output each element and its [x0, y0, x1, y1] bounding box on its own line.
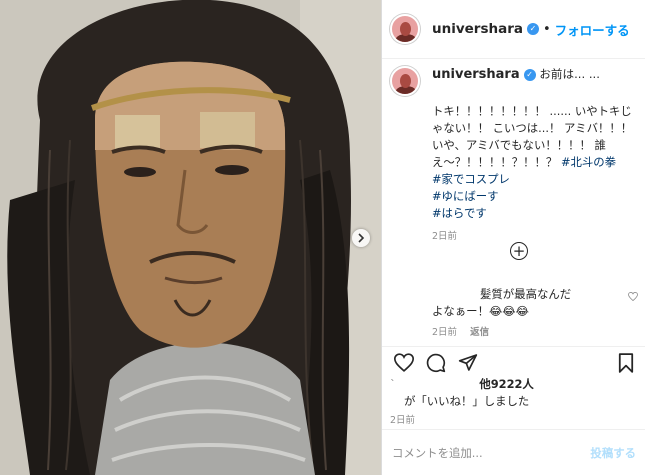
likes-suffix: が「いいね！」しました — [404, 394, 530, 408]
heart-icon — [393, 353, 415, 372]
verified-badge-icon: ✓ — [523, 68, 536, 81]
avatar[interactable] — [390, 14, 420, 44]
likes-lead: ` — [390, 377, 396, 391]
likes-count[interactable]: 他9222人 — [479, 377, 533, 391]
comment-like-button[interactable] — [628, 291, 638, 304]
hashtag-link[interactable]: #ゆにばーす — [432, 188, 640, 205]
load-more-comments-button[interactable]: + — [510, 242, 528, 260]
comment-bubble-icon — [426, 353, 446, 373]
post-comment-button[interactable]: 投稿する — [590, 445, 636, 461]
post-photo[interactable] — [0, 0, 381, 475]
caption-avatar[interactable] — [390, 66, 420, 96]
follow-button[interactable]: フォローする — [555, 20, 630, 39]
instagram-post-modal: univershara ✓ • フォローする univershara ✓ お前は.… — [0, 0, 645, 475]
verified-badge-icon: ✓ — [527, 23, 539, 35]
caption: univershara ✓ お前は... ... トキ！！！！！！！！ .....… — [390, 66, 640, 242]
username[interactable]: univershara — [432, 21, 523, 37]
add-comment-bar: 投稿する — [382, 429, 645, 476]
like-button[interactable] — [393, 353, 415, 376]
chevron-right-icon — [358, 233, 365, 243]
likes-summary: ` 他9222人 が「いいね！」しました — [390, 376, 534, 410]
post-details-panel: univershara ✓ • フォローする univershara ✓ お前は.… — [381, 0, 645, 475]
hashtag-link[interactable]: #家でコスプレ — [432, 171, 640, 188]
caption-body: トキ！！！！！！！！ ...... いやトキじゃない！！ こいつは...！ アミ… — [432, 103, 640, 222]
cosplay-portrait-image — [0, 0, 381, 475]
hashtag-link[interactable]: #北斗の拳 — [561, 155, 616, 169]
paper-plane-icon — [458, 354, 478, 371]
caption-lead: お前は... ... — [539, 67, 600, 81]
comment-button[interactable] — [426, 353, 446, 377]
comment-text-line-1: 髪質が最高なんだ — [480, 287, 572, 301]
comment-text-line-2: よなぁー！😂😂😂 — [432, 304, 529, 318]
save-button[interactable] — [618, 353, 634, 377]
separator-dot: • — [543, 21, 551, 37]
reply-button[interactable]: 返信 — [470, 327, 489, 338]
caption-timestamp: 2日前 — [432, 231, 458, 242]
comment-timestamp: 2日前 — [432, 327, 458, 338]
comment-item: 髪質が最高なんだ よなぁー！😂😂😂 — [432, 286, 628, 320]
carousel-next-button[interactable] — [352, 229, 370, 247]
hashtag-link[interactable]: #はらです — [432, 205, 640, 222]
post-timestamp: 2日前 — [390, 415, 416, 426]
bookmark-icon — [618, 353, 634, 373]
share-button[interactable] — [458, 353, 478, 376]
heart-icon — [628, 291, 638, 302]
comment-meta: 2日前 返信 — [432, 324, 489, 338]
post-header: univershara ✓ • フォローする — [382, 0, 645, 59]
comment-input[interactable] — [390, 445, 574, 461]
caption-username[interactable]: univershara — [432, 67, 520, 82]
